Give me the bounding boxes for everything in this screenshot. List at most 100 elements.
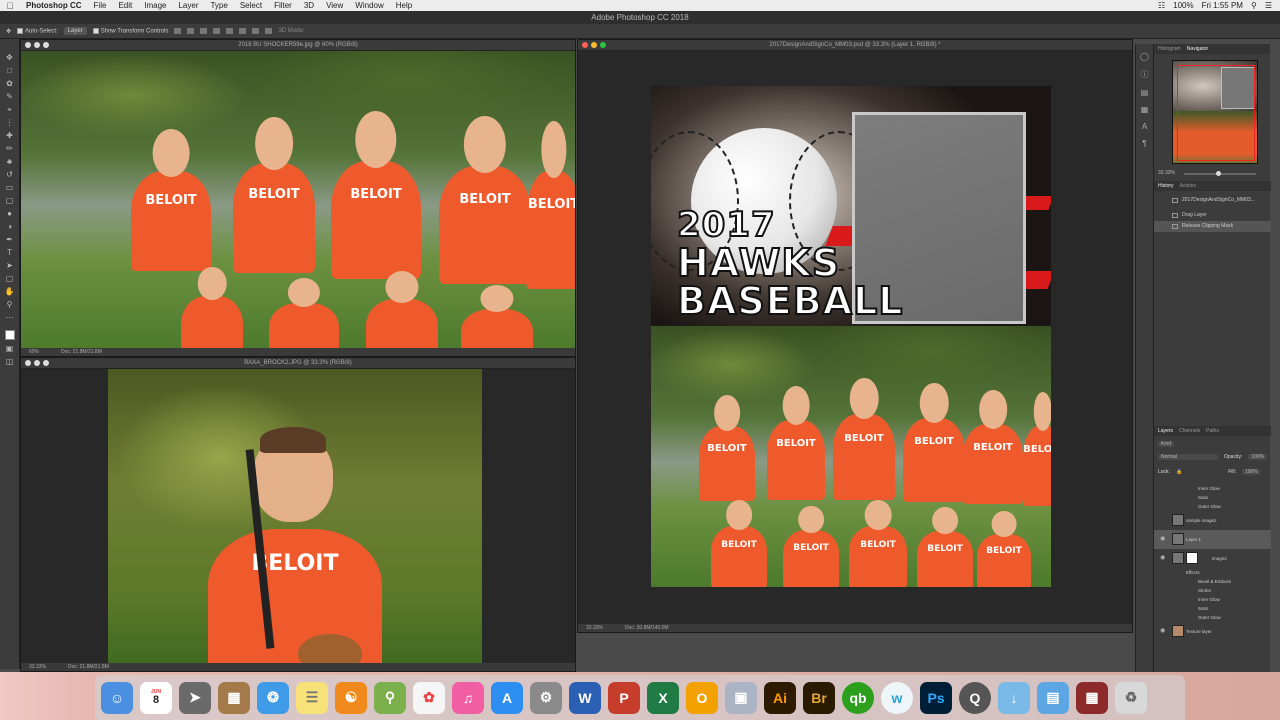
move-tool-icon[interactable]: ✥ [5,53,15,62]
menu-type[interactable]: Type [204,1,233,10]
tab-layers[interactable]: Layers [1158,426,1173,436]
layer-kind-filter[interactable]: Kind [1158,441,1175,447]
excel-icon[interactable]: X [647,681,679,714]
safari-icon[interactable]: ❂ [257,681,289,714]
distribute-icon[interactable] [252,28,260,34]
menu-3d[interactable]: 3D [298,1,320,10]
align-bottom-icon[interactable] [200,28,208,34]
tab-paths[interactable]: Paths [1206,426,1219,436]
clone-stamp-tool-icon[interactable]: ♣ [5,157,15,166]
calendar-icon[interactable]: JUN 8 [140,681,172,714]
menu-select[interactable]: Select [234,1,268,10]
align-middle-icon[interactable] [187,28,195,34]
trash-icon[interactable]: ♻ [1115,681,1147,714]
blur-tool-icon[interactable]: ● [5,209,15,218]
notes-icon[interactable]: ☰ [296,681,328,714]
wifi-icon[interactable]: ☷ [1158,1,1165,10]
layer-effects-group[interactable]: Effects [1154,568,1271,577]
info-panel-icon[interactable]: ⓘ [1141,69,1149,80]
tab-channels[interactable]: Channels [1179,426,1200,436]
layer-effect[interactable]: Inner Glow [1154,484,1271,493]
tab-history[interactable]: History [1158,181,1174,191]
zoom-icon[interactable] [43,42,49,48]
clock[interactable]: Fri 1:55 PM [1202,1,1243,10]
eyedropper-tool-icon[interactable]: ⋮ [5,118,15,127]
tab-histogram[interactable]: Histogram [1158,44,1181,54]
battery-label[interactable]: 100% [1173,1,1193,10]
menu-help[interactable]: Help [390,1,418,10]
history-brush-tool-icon[interactable]: ↺ [5,170,15,179]
layer-row[interactable]: ◉ Layer 1 [1154,530,1271,549]
zoom-level[interactable]: 33.33% [29,663,46,671]
align-top-icon[interactable] [174,28,182,34]
ibooks-icon[interactable]: ☯ [335,681,367,714]
quickbooks-icon[interactable]: qb [842,681,874,714]
menu-edit[interactable]: Edit [112,1,138,10]
layer-effect[interactable]: Bevel & Emboss [1154,577,1271,586]
show-transform-checkbox[interactable]: Show Transform Controls [92,27,168,34]
zoom-level[interactable]: 60% [29,348,39,356]
photos-icon[interactable]: ✿ [413,681,445,714]
close-icon[interactable] [25,42,31,48]
align-left-icon[interactable] [213,28,221,34]
word-icon[interactable]: W [569,681,601,714]
menu-list-icon[interactable]: ☰ [1265,1,1272,10]
lock-icon[interactable]: 🔒 [1176,469,1182,475]
apple-menu-icon[interactable]:  [0,1,20,11]
recent-file-icon[interactable]: ▦ [1076,681,1108,714]
move-tool-icon[interactable]: ✥ [6,28,11,35]
tab-actions[interactable]: Actions [1180,181,1196,191]
marquee-tool-icon[interactable]: □ [5,66,15,75]
auto-select-checkbox[interactable]: Auto-Select: [17,27,58,34]
minimize-icon[interactable] [34,42,40,48]
finder-icon[interactable]: ☺ [101,681,133,714]
document-window-team[interactable]: 2018 BU SHOCKER59e.jpg @ 60% (RGB/8) BEL… [20,39,576,357]
menu-filter[interactable]: Filter [268,1,298,10]
contacts-icon[interactable]: ▦ [218,681,250,714]
layer-effect[interactable]: Outer Glow [1154,502,1271,511]
zoom-slider-thumb[interactable] [1216,171,1221,176]
launchpad-icon[interactable]: ➤ [179,681,211,714]
gradient-tool-icon[interactable]: ▢ [5,196,15,205]
properties-panel-icon[interactable]: ▤ [1141,88,1149,97]
document-titlebar[interactable]: 2017DesignAndSignCo_MM03.psd @ 33.3% (La… [578,40,1132,51]
menu-window[interactable]: Window [349,1,389,10]
zoom-tool-icon[interactable]: ⚲ [5,300,15,309]
brush-tool-icon[interactable]: ✏ [5,144,15,153]
menu-file[interactable]: File [88,1,113,10]
zoom-level[interactable]: 33.33% [586,624,603,632]
crop-tool-icon[interactable]: ⌖ [5,105,15,114]
layer-row[interactable]: ◉ image2 [1154,549,1271,568]
minimize-icon[interactable] [591,42,597,48]
path-select-tool-icon[interactable]: ➤ [5,261,15,270]
layer-effect[interactable]: Outer Glow [1154,613,1271,622]
paragraph-panel-icon[interactable]: ¶ [1142,139,1146,148]
distribute-2-icon[interactable] [265,28,273,34]
eye-icon[interactable]: ◉ [1160,549,1165,568]
search-icon[interactable]: ⚲ [1251,1,1257,10]
maps-icon[interactable]: ⚲ [374,681,406,714]
history-item[interactable]: Drag Layer [1154,210,1271,221]
align-right-icon[interactable] [239,28,247,34]
wunderlist-icon[interactable]: w [881,681,913,714]
powerpoint-icon[interactable]: P [608,681,640,714]
layer-row[interactable]: sample image2 [1154,511,1271,530]
layer-effect[interactable]: Stroke [1154,586,1271,595]
document-titlebar[interactable]: BAXA_BROCK2.JPG @ 33.3% (RGB/8) [21,358,575,369]
history-snapshot[interactable]: 2017DesignAndSignCo_MM03... [1154,195,1271,206]
preview-icon[interactable]: ▣ [725,681,757,714]
pen-tool-icon[interactable]: ✒ [5,235,15,244]
collage-canvas[interactable]: 2017 HAWKS BASEBALL BELOIT BELOIT BELOIT… [651,86,1051,587]
navigator-view-box[interactable] [1177,65,1255,161]
align-center-icon[interactable] [226,28,234,34]
outlook-icon[interactable]: O [686,681,718,714]
navigator-zoom-slider[interactable] [1184,171,1256,176]
more-tools-icon[interactable]: ⋯ [5,313,15,322]
swatches-panel-icon[interactable]: ▦ [1141,105,1149,114]
tab-navigator[interactable]: Navigator [1187,44,1208,54]
document-window-boy[interactable]: BAXA_BROCK2.JPG @ 33.3% (RGB/8) BELOIT 3… [20,357,576,672]
history-panel-icon[interactable]: ◯ [1140,52,1149,61]
document-titlebar[interactable]: 2018 BU SHOCKER59e.jpg @ 60% (RGB/8) [21,40,575,51]
layer-row[interactable]: ◉ Texture layer [1154,622,1271,641]
photoshop-icon[interactable]: Ps [920,681,952,714]
